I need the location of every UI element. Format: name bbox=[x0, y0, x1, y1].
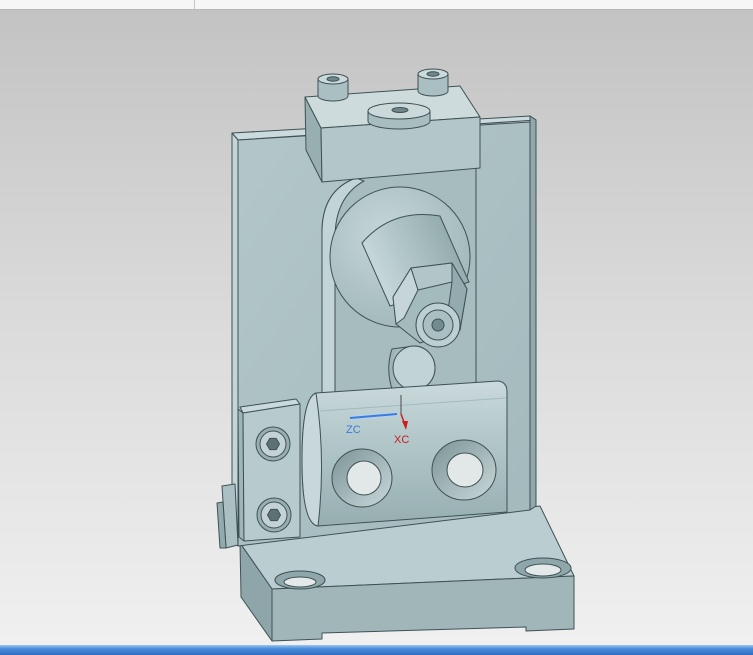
cap-screw-right[interactable] bbox=[417, 68, 449, 97]
clamp-hole-left[interactable] bbox=[331, 448, 393, 508]
cap-boss-hole[interactable] bbox=[391, 107, 409, 113]
toolbar-strip[interactable] bbox=[0, 0, 753, 10]
clamp-block[interactable] bbox=[301, 380, 508, 527]
left-bracket[interactable] bbox=[237, 398, 301, 542]
left-locating-foot[interactable] bbox=[216, 483, 239, 549]
toolbar-divider bbox=[194, 0, 195, 9]
bracket-screw-lower[interactable] bbox=[256, 497, 292, 533]
shaft-end[interactable] bbox=[415, 302, 461, 348]
fixture-assembly-model[interactable] bbox=[216, 68, 575, 642]
cad-application-window: ZC XC bbox=[0, 0, 753, 655]
base-slot-left-opening[interactable] bbox=[283, 576, 317, 588]
graphics-viewport[interactable]: ZC XC bbox=[0, 10, 753, 645]
cap-center-boss[interactable] bbox=[367, 102, 431, 130]
hex-socket-icon[interactable] bbox=[266, 437, 280, 451]
model-canvas[interactable]: ZC XC bbox=[0, 10, 753, 645]
zc-axis-label: ZC bbox=[346, 424, 361, 436]
windows-taskbar[interactable] bbox=[0, 645, 753, 655]
hex-socket-icon[interactable] bbox=[267, 508, 281, 522]
clamp-hole-right[interactable] bbox=[431, 439, 497, 501]
back-plate-right-face[interactable] bbox=[529, 115, 537, 511]
bracket-screw-upper[interactable] bbox=[255, 426, 291, 462]
shaft-end-hole[interactable] bbox=[431, 318, 445, 332]
clamp-hole-right-through[interactable] bbox=[446, 452, 484, 488]
top-cap-block[interactable] bbox=[304, 68, 481, 183]
cap-screw-left[interactable] bbox=[317, 73, 349, 102]
clamp-hole-left-through[interactable] bbox=[346, 460, 382, 496]
xc-axis-label: XC bbox=[394, 434, 409, 446]
pin-end-face[interactable] bbox=[392, 345, 436, 391]
base-slot-right-opening[interactable] bbox=[524, 563, 562, 577]
cap-screw-left-socket[interactable] bbox=[326, 76, 340, 82]
cap-screw-right-socket[interactable] bbox=[426, 71, 440, 77]
